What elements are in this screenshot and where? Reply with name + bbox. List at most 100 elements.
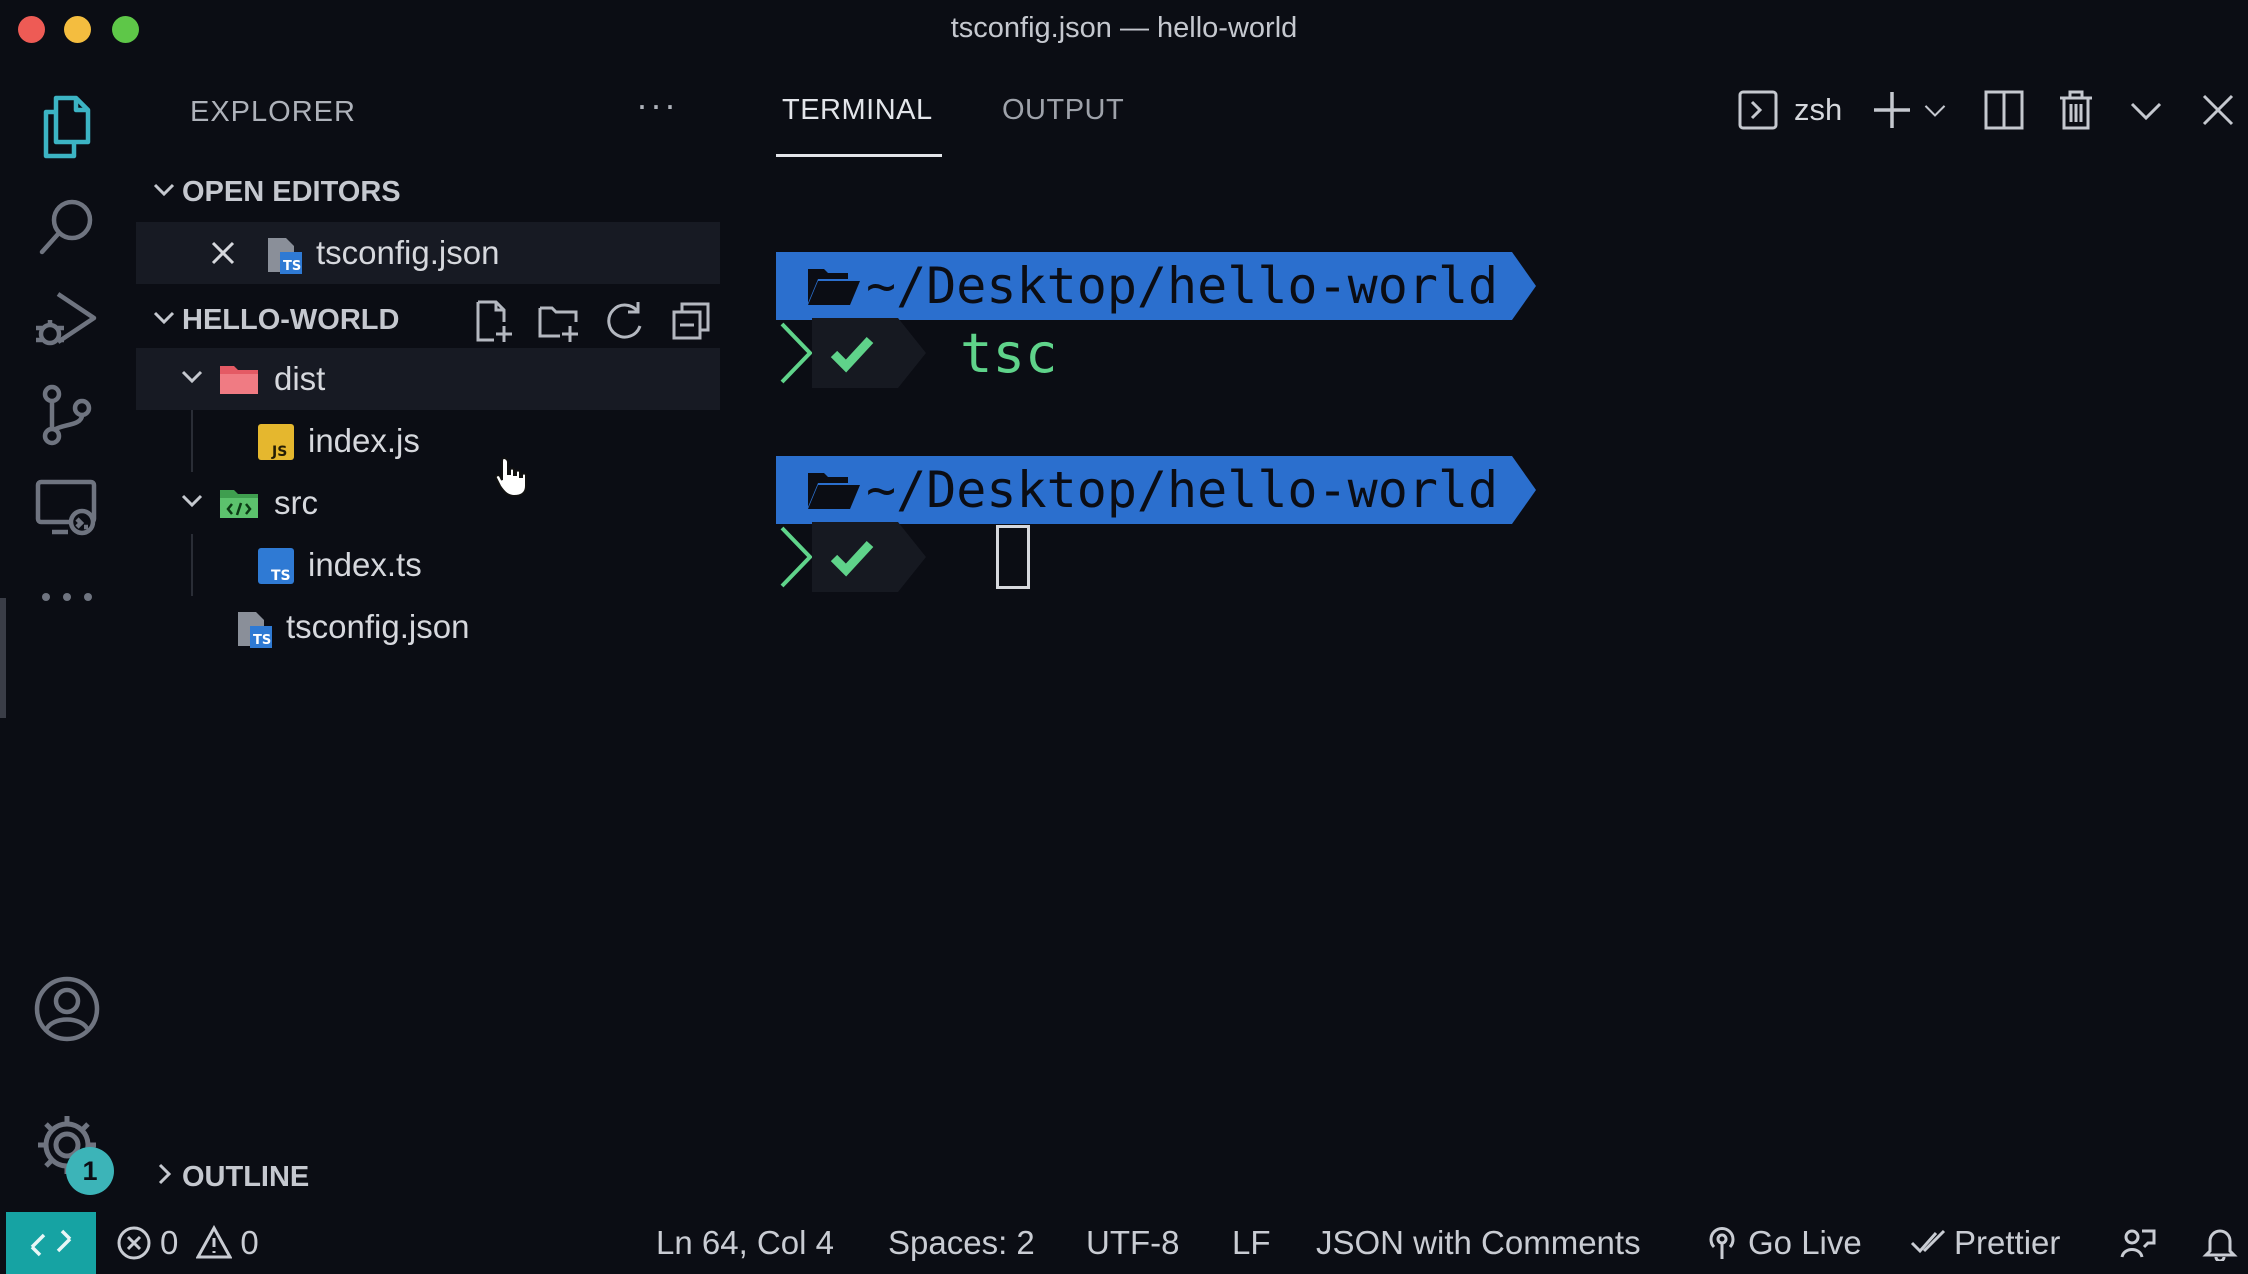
open-editor-item[interactable]: TS tsconfig.json — [136, 222, 720, 284]
tree-folder-src[interactable]: src — [136, 472, 720, 534]
go-live-label: Go Live — [1748, 1224, 1862, 1261]
folder-open-icon — [808, 269, 860, 305]
remote-icon — [30, 1229, 72, 1257]
error-icon — [117, 1226, 151, 1260]
tree-folder-dist[interactable]: dist — [136, 348, 720, 410]
prompt-chevron-check-icon — [780, 522, 926, 592]
chevron-down-icon — [150, 303, 182, 338]
feedback-button[interactable] — [2120, 1212, 2164, 1274]
close-panel-button[interactable] — [2196, 84, 2240, 136]
tree-item-label: dist — [274, 360, 326, 397]
plus-icon — [1874, 92, 1910, 128]
double-check-icon — [1910, 1229, 1946, 1254]
split-icon — [1984, 90, 2024, 130]
launch-profile-button[interactable] — [1920, 84, 1950, 136]
terminal-panel: TERMINAL OUTPUT zsh ~/Desktop/hello-worl… — [720, 58, 2248, 1212]
broadcast-icon — [1709, 1227, 1735, 1259]
warning-icon — [196, 1225, 233, 1259]
more-views-icon[interactable] — [28, 558, 106, 636]
kill-terminal-button[interactable] — [2054, 84, 2098, 136]
chevron-down-icon — [178, 362, 210, 397]
shell-name: zsh — [1794, 92, 1843, 127]
chevron-down-icon — [1924, 105, 1946, 117]
prompt-path: ~/Desktop/hello-world — [866, 461, 1499, 519]
cursor-position[interactable]: Ln 64, Col 4 — [656, 1212, 834, 1274]
ts-config-file-icon: TS — [266, 236, 302, 274]
project-label: HELLO-WORLD — [182, 303, 400, 336]
settings-update-badge: 1 — [66, 1147, 114, 1195]
project-header[interactable]: HELLO-WORLD — [150, 298, 720, 342]
prompt-path-segment: ~/Desktop/hello-world — [776, 456, 1576, 524]
chevron-down-icon — [2130, 102, 2162, 121]
chevron-right-icon — [150, 1160, 182, 1195]
warning-count: 0 — [240, 1224, 259, 1261]
remote-explorer-icon[interactable] — [28, 468, 106, 546]
prettier-label: Prettier — [1954, 1224, 2061, 1261]
feedback-person-icon — [2120, 1229, 2156, 1258]
prompt-path: ~/Desktop/hello-world — [866, 257, 1499, 315]
open-editor-filename: tsconfig.json — [316, 234, 500, 271]
indentation-setting[interactable]: Spaces: 2 — [888, 1212, 1035, 1274]
tree-item-label: index.js — [308, 422, 420, 459]
language-mode[interactable]: JSON with Comments — [1316, 1212, 1641, 1274]
terminal-icon — [1738, 90, 1778, 130]
prettier-status[interactable]: Prettier — [1910, 1212, 2060, 1274]
prompt-path-background: ~/Desktop/hello-world — [776, 252, 1513, 320]
tree-file-index-ts[interactable]: TS index.ts — [136, 534, 720, 596]
encoding-setting[interactable]: UTF-8 — [1086, 1212, 1180, 1274]
status-bar: 0 0 Ln 64, Col 4 Spaces: 2 UTF-8 LF JSON… — [0, 1212, 2248, 1274]
source-control-icon[interactable] — [28, 376, 106, 454]
svg-text:TS: TS — [271, 568, 291, 584]
shell-selector[interactable]: zsh — [1736, 84, 1842, 136]
outline-header[interactable]: OUTLINE — [150, 1160, 309, 1195]
explorer-icon[interactable] — [28, 88, 106, 166]
tree-item-label: src — [274, 484, 318, 521]
open-editors-header[interactable]: OPEN EDITORS — [150, 170, 401, 214]
prompt-chevron-check-icon — [780, 318, 926, 388]
problems-indicator[interactable]: 0 0 — [116, 1212, 259, 1274]
split-terminal-button[interactable] — [1982, 84, 2026, 136]
refresh-icon[interactable] — [602, 298, 648, 352]
tab-terminal[interactable]: TERMINAL — [782, 94, 933, 127]
hand-cursor-icon — [494, 456, 528, 503]
run-debug-icon[interactable] — [28, 280, 106, 358]
folder-open-icon — [808, 473, 860, 509]
src-folder-icon — [218, 486, 258, 520]
tree-item-label: index.ts — [308, 546, 422, 583]
remote-indicator-button[interactable] — [6, 1212, 96, 1274]
dist-folder-icon — [218, 362, 258, 396]
close-editor-icon[interactable] — [208, 238, 238, 268]
prompt-path-background: ~/Desktop/hello-world — [776, 456, 1513, 524]
open-editors-label: OPEN EDITORS — [182, 175, 401, 208]
explorer-title: EXPLORER — [190, 96, 356, 128]
chevron-down-icon — [178, 486, 210, 521]
explorer-more-icon[interactable]: ··· — [636, 84, 678, 126]
go-live-button[interactable]: Go Live — [1704, 1212, 1862, 1274]
chevron-down-icon — [150, 175, 182, 210]
collapse-all-icon[interactable] — [668, 298, 714, 352]
new-terminal-button[interactable] — [1870, 84, 1914, 136]
active-tab-indicator — [776, 154, 942, 157]
search-icon[interactable] — [28, 188, 106, 266]
account-icon[interactable] — [28, 970, 106, 1048]
new-folder-icon[interactable] — [536, 298, 582, 352]
error-count: 0 — [160, 1224, 179, 1261]
svg-text:JS: JS — [271, 444, 287, 460]
tree-item-label: tsconfig.json — [286, 608, 470, 645]
maximize-panel-button[interactable] — [2124, 84, 2168, 136]
tab-output[interactable]: OUTPUT — [1002, 94, 1124, 127]
prompt-path-segment: ~/Desktop/hello-world — [776, 252, 1576, 320]
tree-file-index-js[interactable]: JS index.js — [136, 410, 720, 472]
prompt-line[interactable] — [776, 522, 1030, 592]
active-view-indicator — [0, 598, 6, 718]
svg-text:TS: TS — [283, 259, 301, 274]
prompt-segment-arrow — [1512, 252, 1537, 320]
eol-setting[interactable]: LF — [1232, 1212, 1271, 1274]
window-title: tsconfig.json — hello-world — [950, 12, 1298, 44]
prompt-line: tsc — [776, 318, 1058, 388]
tree-file-tsconfig[interactable]: TS tsconfig.json — [136, 596, 720, 658]
notifications-button[interactable] — [2202, 1212, 2246, 1274]
trash-icon — [2060, 90, 2092, 130]
close-icon — [2202, 94, 2234, 126]
new-file-icon[interactable] — [470, 298, 516, 352]
